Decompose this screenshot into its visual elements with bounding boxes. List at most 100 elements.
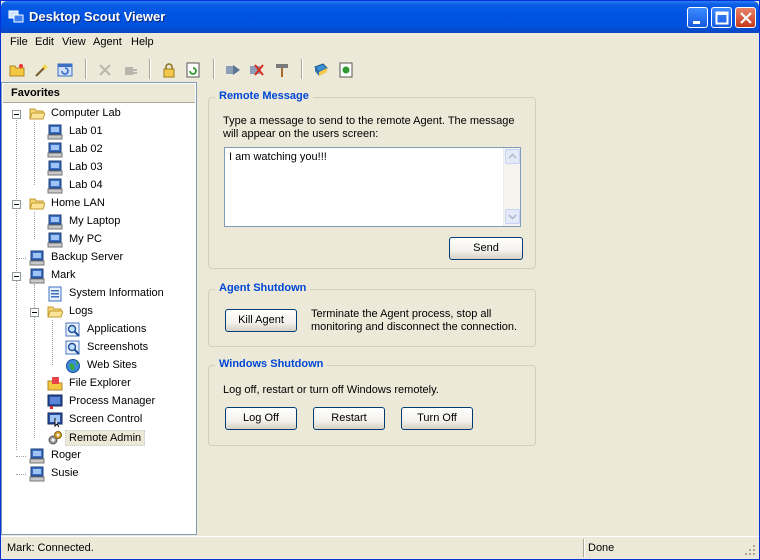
tree-item-susie[interactable]: Susie <box>2 465 196 483</box>
screen-control-icon <box>47 412 63 428</box>
menu-view[interactable]: View <box>62 36 86 48</box>
tree-item-label: My PC <box>69 233 102 245</box>
collapse-icon[interactable] <box>12 200 21 209</box>
remote-message-description-line1: Type a message to send to the remote Age… <box>223 115 515 127</box>
tree-item-screenshots[interactable]: Screenshots <box>2 339 196 357</box>
magnifier-icon <box>65 322 81 338</box>
open-folder-icon[interactable] <box>6 59 28 81</box>
wand-icon[interactable] <box>30 59 52 81</box>
collapse-icon[interactable] <box>30 308 39 317</box>
agent-shutdown-title: Agent Shutdown <box>215 282 311 294</box>
tree-item-system-information[interactable]: System Information <box>2 285 196 303</box>
tree-item-logs[interactable]: Logs <box>2 303 196 321</box>
main-content: Remote Message Type a message to send to… <box>198 82 759 535</box>
process-manager-icon <box>47 394 63 410</box>
window-title: Desktop Scout Viewer <box>29 9 166 24</box>
windows-shutdown-description: Log off, restart or turn off Windows rem… <box>223 384 439 396</box>
plug-icon[interactable] <box>119 59 141 81</box>
app-icon <box>8 9 24 25</box>
tree-header: Favorites <box>3 84 195 103</box>
scroll-up-button[interactable] <box>505 149 520 164</box>
tree-item-remote-admin[interactable]: Remote Admin <box>2 429 196 447</box>
tree-header-label: Favorites <box>11 87 60 99</box>
tool-icon[interactable] <box>271 59 293 81</box>
tree-item-web-sites[interactable]: Web Sites <box>2 357 196 375</box>
tree-item-lab-01[interactable]: Lab 01 <box>2 123 196 141</box>
tree-item-label: Logs <box>69 305 93 317</box>
favorites-tree-panel: Favorites Computer Lab Lab 01 Lab 02 Lab… <box>1 82 197 535</box>
sync-icon[interactable] <box>182 59 204 81</box>
kill-agent-button[interactable]: Kill Agent <box>225 309 297 332</box>
agent-shutdown-description-line1: Terminate the Agent process, stop all <box>311 308 492 320</box>
folder-open-icon <box>29 196 46 212</box>
tree-item-file-explorer[interactable]: File Explorer <box>2 375 196 393</box>
menu-file[interactable]: File <box>10 36 28 48</box>
close-button[interactable] <box>735 7 756 28</box>
tree-item-home-lan[interactable]: Home LAN <box>2 195 196 213</box>
message-scrollbar[interactable] <box>503 148 520 226</box>
tree-item-roger[interactable]: Roger <box>2 447 196 465</box>
maximize-button[interactable] <box>711 7 732 28</box>
book-icon[interactable] <box>310 59 332 81</box>
title-bar[interactable]: Desktop Scout Viewer <box>1 1 759 33</box>
collapse-icon[interactable] <box>12 272 21 281</box>
magnifier-icon <box>65 340 81 356</box>
message-box: I am watching you!!! <box>224 147 521 227</box>
tree-item-label: Susie <box>51 467 79 479</box>
tree-item-applications[interactable]: Applications <box>2 321 196 339</box>
tree-item-label: Remote Admin <box>65 430 146 446</box>
tree-item-label: Computer Lab <box>51 107 121 119</box>
resize-grip-icon[interactable] <box>744 544 756 556</box>
turn-off-button[interactable]: Turn Off <box>401 407 473 430</box>
tree-item-lab-04[interactable]: Lab 04 <box>2 177 196 195</box>
app-window: Desktop Scout Viewer File Edit View Agen… <box>0 0 760 560</box>
page-icon[interactable] <box>335 59 357 81</box>
tree-item-process-manager[interactable]: Process Manager <box>2 393 196 411</box>
send-button[interactable]: Send <box>449 237 523 260</box>
remote-message-description-line2: will appear on the users screen: <box>223 128 379 140</box>
computer-icon <box>47 160 63 176</box>
tree-item-label: System Information <box>69 287 164 299</box>
windows-shutdown-group: Windows Shutdown Log off, restart or tur… <box>208 358 536 446</box>
tree-item-lab-03[interactable]: Lab 03 <box>2 159 196 177</box>
computer-icon <box>47 142 63 158</box>
menu-help[interactable]: Help <box>131 36 154 48</box>
computer-icon <box>47 178 63 194</box>
computer-icon <box>47 232 63 248</box>
forward-icon[interactable] <box>222 59 244 81</box>
restart-button[interactable]: Restart <box>313 407 385 430</box>
windows-shutdown-title: Windows Shutdown <box>215 358 328 370</box>
minimize-button[interactable] <box>687 7 708 28</box>
tree-item-label: File Explorer <box>69 377 131 389</box>
toolbar-separator <box>213 59 215 79</box>
message-input[interactable]: I am watching you!!! <box>225 148 500 226</box>
tree-item-my-pc[interactable]: My PC <box>2 231 196 249</box>
tree-item-label: Applications <box>87 323 147 335</box>
tree-item-label: Roger <box>51 449 81 461</box>
collapse-icon[interactable] <box>12 110 21 119</box>
toolbar-separator <box>301 59 303 79</box>
tree-item-my-laptop[interactable]: My Laptop <box>2 213 196 231</box>
agent-shutdown-group: Agent Shutdown Kill Agent Terminate the … <box>208 282 536 347</box>
lock-icon[interactable] <box>158 59 180 81</box>
tree-item-lab-02[interactable]: Lab 02 <box>2 141 196 159</box>
computer-icon <box>47 214 63 230</box>
computer-icon <box>29 448 45 464</box>
tree-item-mark[interactable]: Mark <box>2 267 196 285</box>
tree-item-label: Mark <box>51 269 76 281</box>
toolbar-separator <box>85 59 87 79</box>
tree-item-backup-server[interactable]: Backup Server <box>2 249 196 267</box>
delete-icon[interactable] <box>94 59 116 81</box>
log-off-button[interactable]: Log Off <box>225 407 297 430</box>
tree-item-screen-control[interactable]: Screen Control <box>2 411 196 429</box>
status-separator <box>583 539 585 557</box>
scroll-down-button[interactable] <box>505 209 520 224</box>
menu-agent[interactable]: Agent <box>93 36 122 48</box>
remote-message-group: Remote Message Type a message to send to… <box>208 90 536 269</box>
computer-icon <box>29 466 45 482</box>
cancel-icon[interactable] <box>246 59 268 81</box>
tree-item-computer-lab[interactable]: Computer Lab <box>2 105 196 123</box>
menu-edit[interactable]: Edit <box>35 36 54 48</box>
agent-shutdown-description-line2: monitoring and disconnect the connection… <box>311 321 518 333</box>
refresh-window-icon[interactable] <box>54 59 76 81</box>
